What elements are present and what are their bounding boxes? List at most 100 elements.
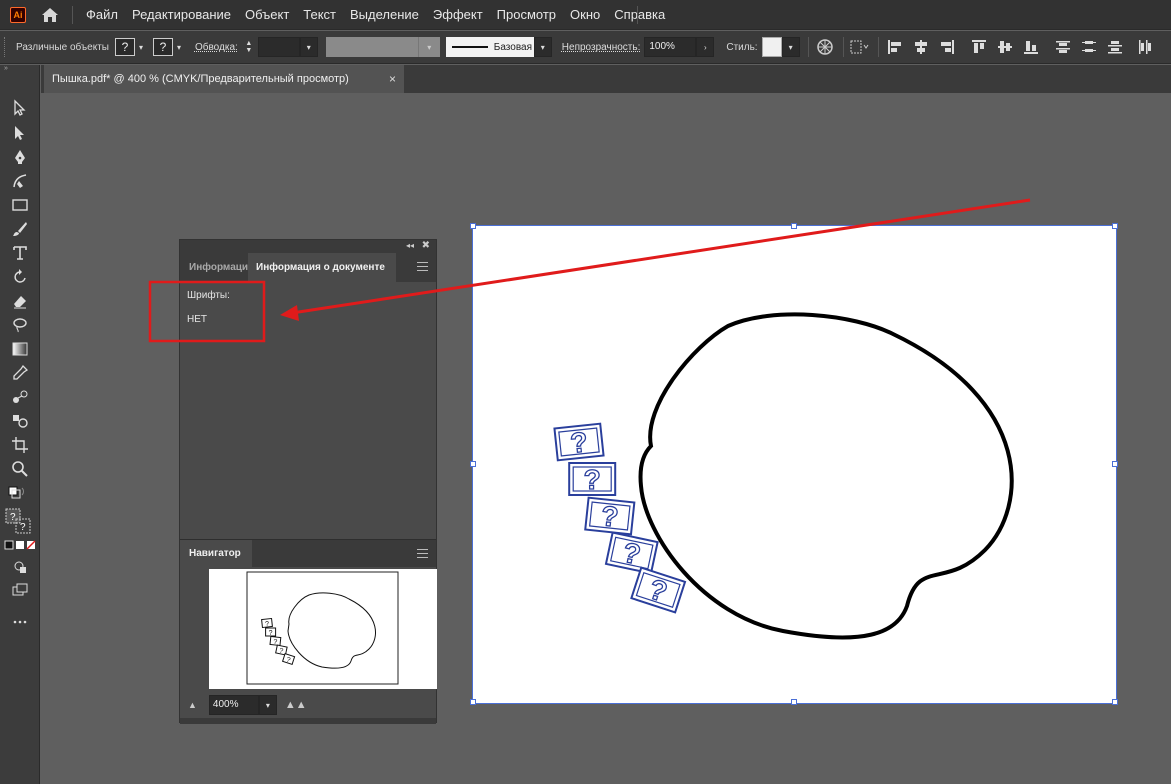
navigator-placeholder-glyph: ? [269,630,273,637]
artwork-canvas: ????? [553,312,1014,640]
selection-label: Различные объекты [16,41,109,53]
artboard-tool-icon[interactable] [8,434,32,456]
blend-tool-icon[interactable] [8,386,32,408]
stroke-weight-input[interactable] [257,37,300,57]
close-icon[interactable]: ✖ [422,240,430,251]
menu-object[interactable]: Объект [238,7,296,22]
more-tools-icon[interactable] [8,611,32,633]
artboard[interactable]: ????? [470,223,1118,705]
curvature-tool-icon[interactable] [8,170,32,192]
menu-type[interactable]: Текст [296,7,343,22]
navigator-preview[interactable]: ????? [209,569,437,689]
align-center-vertical-icon[interactable] [995,37,1015,57]
distribute-bottom-icon[interactable] [1105,37,1125,57]
rotate-tool-icon[interactable] [8,266,32,288]
selection-handle[interactable] [470,461,476,467]
document-tab-title: Пышка.pdf* @ 400 % (CMYK/Предварительный… [52,73,349,85]
chevron-down-icon[interactable]: ▾ [135,38,147,56]
align-left-icon[interactable] [885,37,905,57]
selection-handle[interactable] [791,699,797,705]
selection-tool-icon[interactable] [8,97,32,119]
fill-stroke-indicator-icon[interactable]: ?? [4,507,34,537]
selection-handle[interactable] [1112,699,1118,705]
type-tool-icon[interactable] [8,242,32,264]
panel-resize-grip[interactable] [180,718,436,724]
eraser-tool-icon[interactable] [8,290,32,312]
paintbrush-tool-icon[interactable] [8,218,32,240]
navigator-placeholder: ? [261,617,273,628]
direct-selection-tool-icon[interactable] [8,122,32,144]
close-icon[interactable]: × [389,72,396,86]
fill-swatch[interactable]: ? [114,38,135,56]
menu-select[interactable]: Выделение [343,7,426,22]
chevron-right-icon[interactable]: › [696,37,715,57]
menu-edit[interactable]: Редактирование [125,7,238,22]
panel-tabs: Информация Информация о документе [180,253,436,282]
screen-mode-icon[interactable] [8,579,32,601]
panel-menu-icon[interactable] [417,549,428,561]
menu-view[interactable]: Просмотр [490,7,563,22]
fill-stroke-swap-icon[interactable] [4,483,28,505]
distribute-left-icon[interactable] [1135,37,1155,57]
chevron-down-icon[interactable]: ▾ [258,695,277,715]
graphic-style-swatch[interactable] [761,37,782,57]
lasso-tool-icon[interactable] [8,314,32,336]
draw-mode-icon[interactable] [8,556,32,578]
placeholder-glyph: ? [600,500,620,533]
document-tab[interactable]: Пышка.pdf* @ 400 % (CMYK/Предварительный… [44,65,404,93]
eyedropper-tool-icon[interactable] [8,362,32,384]
chevron-down-icon[interactable]: ▾ [781,37,800,57]
opacity-input[interactable]: 100% [644,37,697,57]
zoom-in-icon[interactable]: ▲▲ [285,699,307,711]
stroke-weight-stepper[interactable]: ▲ ▼ [242,37,256,57]
stroke-swatch[interactable]: ? [152,38,173,56]
align-center-horizontal-icon[interactable] [911,37,931,57]
zoom-tool-icon[interactable] [8,458,32,480]
chevron-down-icon[interactable]: ▾ [533,37,552,57]
zoom-out-icon[interactable]: ▲ [188,700,197,710]
selection-handle[interactable] [1112,223,1118,229]
color-mode-icons[interactable] [4,539,36,551]
brush-definition[interactable]: Базовая [445,37,534,57]
tab-navigator[interactable]: Навигатор [180,540,252,568]
home-icon[interactable] [40,6,60,24]
align-to-selection-icon[interactable] [850,37,870,57]
tab-document-info[interactable]: Информация о документе [248,253,396,282]
missing-image-placeholder: ? [553,422,605,462]
selection-handle[interactable] [1112,461,1118,467]
menu-help[interactable]: Справка [607,7,672,22]
rectangle-tool-icon[interactable] [8,194,32,216]
control-bar-grip[interactable] [4,37,8,57]
chevron-down-icon[interactable]: ▾ [173,38,185,56]
toolbar-collapse-icon[interactable]: » [0,65,39,77]
stroke-label[interactable]: Обводка: [195,42,238,53]
opacity-label[interactable]: Непрозрачность: [562,42,641,53]
zoom-input[interactable]: 400% [208,695,259,715]
variable-width-profile[interactable] [325,37,418,57]
menu-bar: Ai Файл Редактирование Объект Текст Выде… [0,0,1171,30]
pen-tool-icon[interactable] [8,146,32,168]
chevron-down-icon[interactable]: ▾ [417,37,440,57]
selection-handle[interactable] [791,223,797,229]
selection-handle[interactable] [470,699,476,705]
align-top-icon[interactable] [969,37,989,57]
menu-file[interactable]: Файл [79,7,125,22]
collapse-icon[interactable]: ◂◂ [406,241,414,250]
symbol-sprayer-tool-icon[interactable] [8,410,32,432]
chevron-down-icon[interactable]: ▾ [299,37,318,57]
align-right-icon[interactable] [937,37,957,57]
divider [877,37,879,57]
distribute-top-icon[interactable] [1053,37,1073,57]
gradient-tool-icon[interactable] [8,338,32,360]
tab-info[interactable]: Информация [180,253,248,282]
selection-handle[interactable] [470,223,476,229]
panel-title-strip[interactable]: ◂◂ ✖ [180,240,436,253]
recolor-artwork-icon[interactable] [815,37,835,57]
align-bottom-icon[interactable] [1021,37,1041,57]
menu-effect[interactable]: Эффект [426,7,490,22]
style-label: Стиль: [726,41,758,53]
menu-divider [637,6,638,24]
menu-window[interactable]: Окно [563,7,607,22]
panel-menu-icon[interactable] [417,262,428,274]
distribute-center-icon[interactable] [1079,37,1099,57]
